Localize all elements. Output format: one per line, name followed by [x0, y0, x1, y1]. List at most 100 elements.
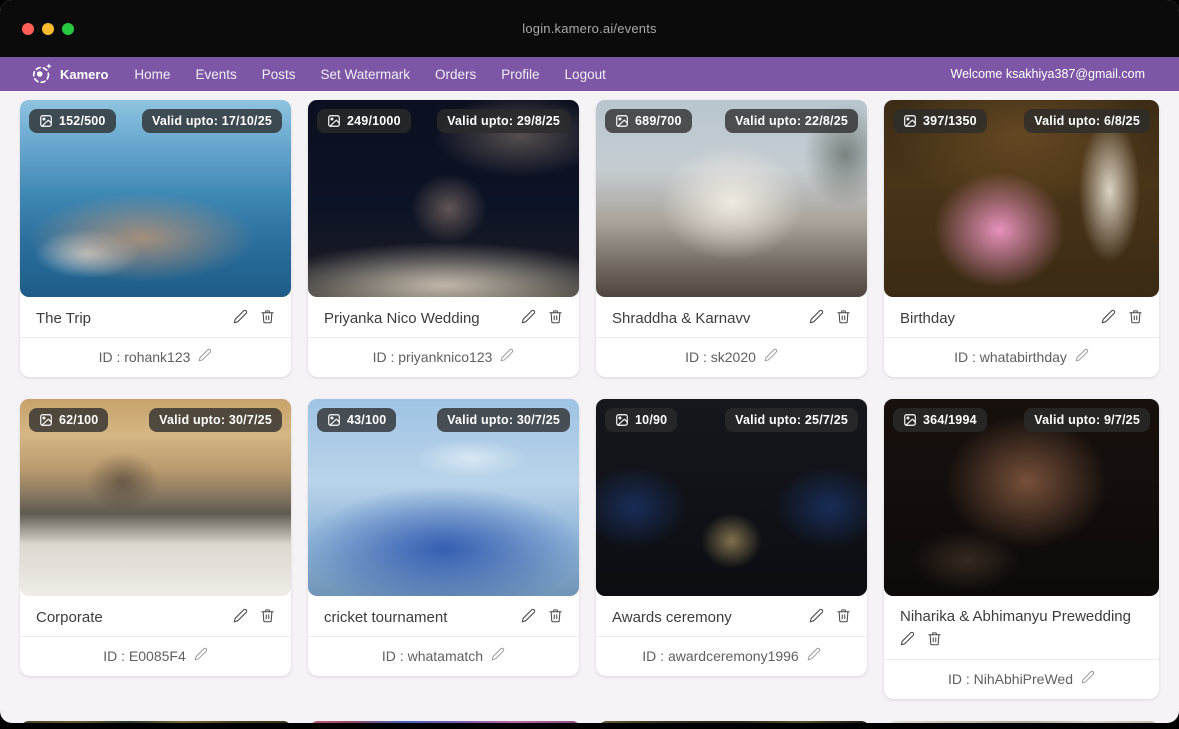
- nav-item-events[interactable]: Events: [195, 67, 236, 82]
- event-id-row: ID : sk2020: [596, 338, 867, 377]
- event-title-row: Birthday: [884, 297, 1159, 338]
- event-photo-partial[interactable]: [309, 721, 581, 723]
- nav-item-set-watermark[interactable]: Set Watermark: [320, 67, 410, 82]
- event-photo[interactable]: 689/700 Valid upto: 22/8/25: [596, 100, 867, 297]
- brand-name: Kamero: [60, 67, 108, 82]
- event-photo[interactable]: 43/100 Valid upto: 30/7/25: [308, 399, 579, 596]
- delete-event-button[interactable]: [836, 309, 851, 327]
- edit-id-button[interactable]: [1081, 670, 1095, 687]
- edit-event-button[interactable]: [521, 608, 536, 626]
- valid-upto-text: Valid upto: 29/8/25: [447, 114, 560, 128]
- event-photo-partial[interactable]: [598, 721, 870, 723]
- brand-logo[interactable]: Kamero: [30, 62, 108, 86]
- photo-count-text: 152/500: [59, 114, 106, 128]
- edit-event-button[interactable]: [1101, 309, 1116, 327]
- event-card: 689/700 Valid upto: 22/8/25 Shraddha & K…: [596, 100, 867, 377]
- valid-upto-badge: Valid upto: 17/10/25: [142, 109, 282, 133]
- nav-item-logout[interactable]: Logout: [565, 67, 606, 82]
- kamero-logo-icon: [30, 62, 54, 86]
- valid-upto-text: Valid upto: 6/8/25: [1034, 114, 1140, 128]
- event-title: Corporate: [36, 609, 115, 626]
- edit-event-button[interactable]: [521, 309, 536, 327]
- event-id-row: ID : NihAbhiPreWed: [884, 660, 1159, 699]
- edit-id-button[interactable]: [807, 647, 821, 664]
- edit-event-button[interactable]: [809, 309, 824, 327]
- photo-count-badge: 249/1000: [317, 109, 411, 133]
- event-actions: [521, 608, 563, 626]
- delete-event-button[interactable]: [548, 309, 563, 327]
- event-id-text: ID : whatabirthday: [954, 349, 1067, 365]
- trash-icon: [1128, 309, 1143, 327]
- event-id-text: ID : awardceremony1996: [642, 648, 798, 664]
- events-grid: 152/500 Valid upto: 17/10/25 The Trip: [20, 100, 1159, 699]
- delete-event-button[interactable]: [548, 608, 563, 626]
- event-title-row: Niharika & Abhimanyu Prewedding: [884, 596, 1159, 660]
- edit-id-button[interactable]: [198, 348, 212, 365]
- event-photo[interactable]: 397/1350 Valid upto: 6/8/25: [884, 100, 1159, 297]
- valid-upto-text: Valid upto: 17/10/25: [152, 114, 272, 128]
- pencil-icon: [198, 348, 212, 365]
- photo-icon: [39, 114, 53, 128]
- trash-icon: [836, 608, 851, 626]
- address-bar-text: login.kamero.ai/events: [0, 21, 1179, 36]
- event-photo[interactable]: 249/1000 Valid upto: 29/8/25: [308, 100, 579, 297]
- event-actions: [233, 608, 275, 626]
- nav-item-home[interactable]: Home: [134, 67, 170, 82]
- welcome-user-text: Welcome ksakhiya387@gmail.com: [951, 67, 1145, 81]
- edit-event-button[interactable]: [900, 631, 915, 649]
- event-title: Niharika & Abhimanyu Prewedding: [900, 608, 1143, 625]
- photo-count-badge: 152/500: [29, 109, 116, 133]
- photo-icon: [327, 114, 341, 128]
- event-title-row: Corporate: [20, 596, 291, 637]
- delete-event-button[interactable]: [927, 631, 942, 649]
- event-title: cricket tournament: [324, 609, 459, 626]
- pencil-icon: [491, 647, 505, 664]
- edit-id-button[interactable]: [491, 647, 505, 664]
- trash-icon: [927, 631, 942, 649]
- valid-upto-text: Valid upto: 30/7/25: [447, 413, 560, 427]
- valid-upto-badge: Valid upto: 25/7/25: [725, 408, 858, 432]
- photo-count-badge: 364/1994: [893, 408, 987, 432]
- edit-id-button[interactable]: [500, 348, 514, 365]
- event-photo-partial[interactable]: [20, 721, 292, 723]
- event-photo[interactable]: 62/100 Valid upto: 30/7/25: [20, 399, 291, 596]
- event-actions: [1101, 309, 1143, 327]
- edit-id-button[interactable]: [764, 348, 778, 365]
- delete-event-button[interactable]: [260, 309, 275, 327]
- pencil-icon: [1101, 309, 1116, 327]
- photo-count-text: 10/90: [635, 413, 667, 427]
- browser-window: login.kamero.ai/events Kamero Home Event…: [0, 0, 1179, 723]
- event-card: 397/1350 Valid upto: 6/8/25 Birthday: [884, 100, 1159, 377]
- event-id-text: ID : priyanknico123: [373, 349, 493, 365]
- trash-icon: [836, 309, 851, 327]
- pencil-icon: [809, 309, 824, 327]
- delete-event-button[interactable]: [836, 608, 851, 626]
- nav-item-posts[interactable]: Posts: [262, 67, 296, 82]
- photo-icon: [903, 413, 917, 427]
- nav-item-profile[interactable]: Profile: [501, 67, 539, 82]
- photo-icon: [39, 413, 53, 427]
- photo-count-text: 249/1000: [347, 114, 401, 128]
- photo-count-text: 689/700: [635, 114, 682, 128]
- edit-event-button[interactable]: [233, 608, 248, 626]
- event-photo[interactable]: 364/1994 Valid upto: 9/7/25: [884, 399, 1159, 596]
- event-photo[interactable]: 152/500 Valid upto: 17/10/25: [20, 100, 291, 297]
- pencil-icon: [521, 309, 536, 327]
- window-titlebar: login.kamero.ai/events: [0, 0, 1179, 57]
- delete-event-button[interactable]: [260, 608, 275, 626]
- photo-count-text: 397/1350: [923, 114, 977, 128]
- edit-event-button[interactable]: [809, 608, 824, 626]
- event-id-row: ID : E0085F4: [20, 637, 291, 676]
- edit-id-button[interactable]: [194, 647, 208, 664]
- event-photo-partial[interactable]: [887, 721, 1159, 723]
- edit-event-button[interactable]: [233, 309, 248, 327]
- valid-upto-badge: Valid upto: 9/7/25: [1024, 408, 1150, 432]
- event-card: 249/1000 Valid upto: 29/8/25 Priyanka Ni…: [308, 100, 579, 377]
- nav-item-orders[interactable]: Orders: [435, 67, 476, 82]
- photo-count-badge: 62/100: [29, 408, 108, 432]
- delete-event-button[interactable]: [1128, 309, 1143, 327]
- edit-id-button[interactable]: [1075, 348, 1089, 365]
- photo-count-badge: 43/100: [317, 408, 396, 432]
- event-title-row: cricket tournament: [308, 596, 579, 637]
- event-photo[interactable]: 10/90 Valid upto: 25/7/25: [596, 399, 867, 596]
